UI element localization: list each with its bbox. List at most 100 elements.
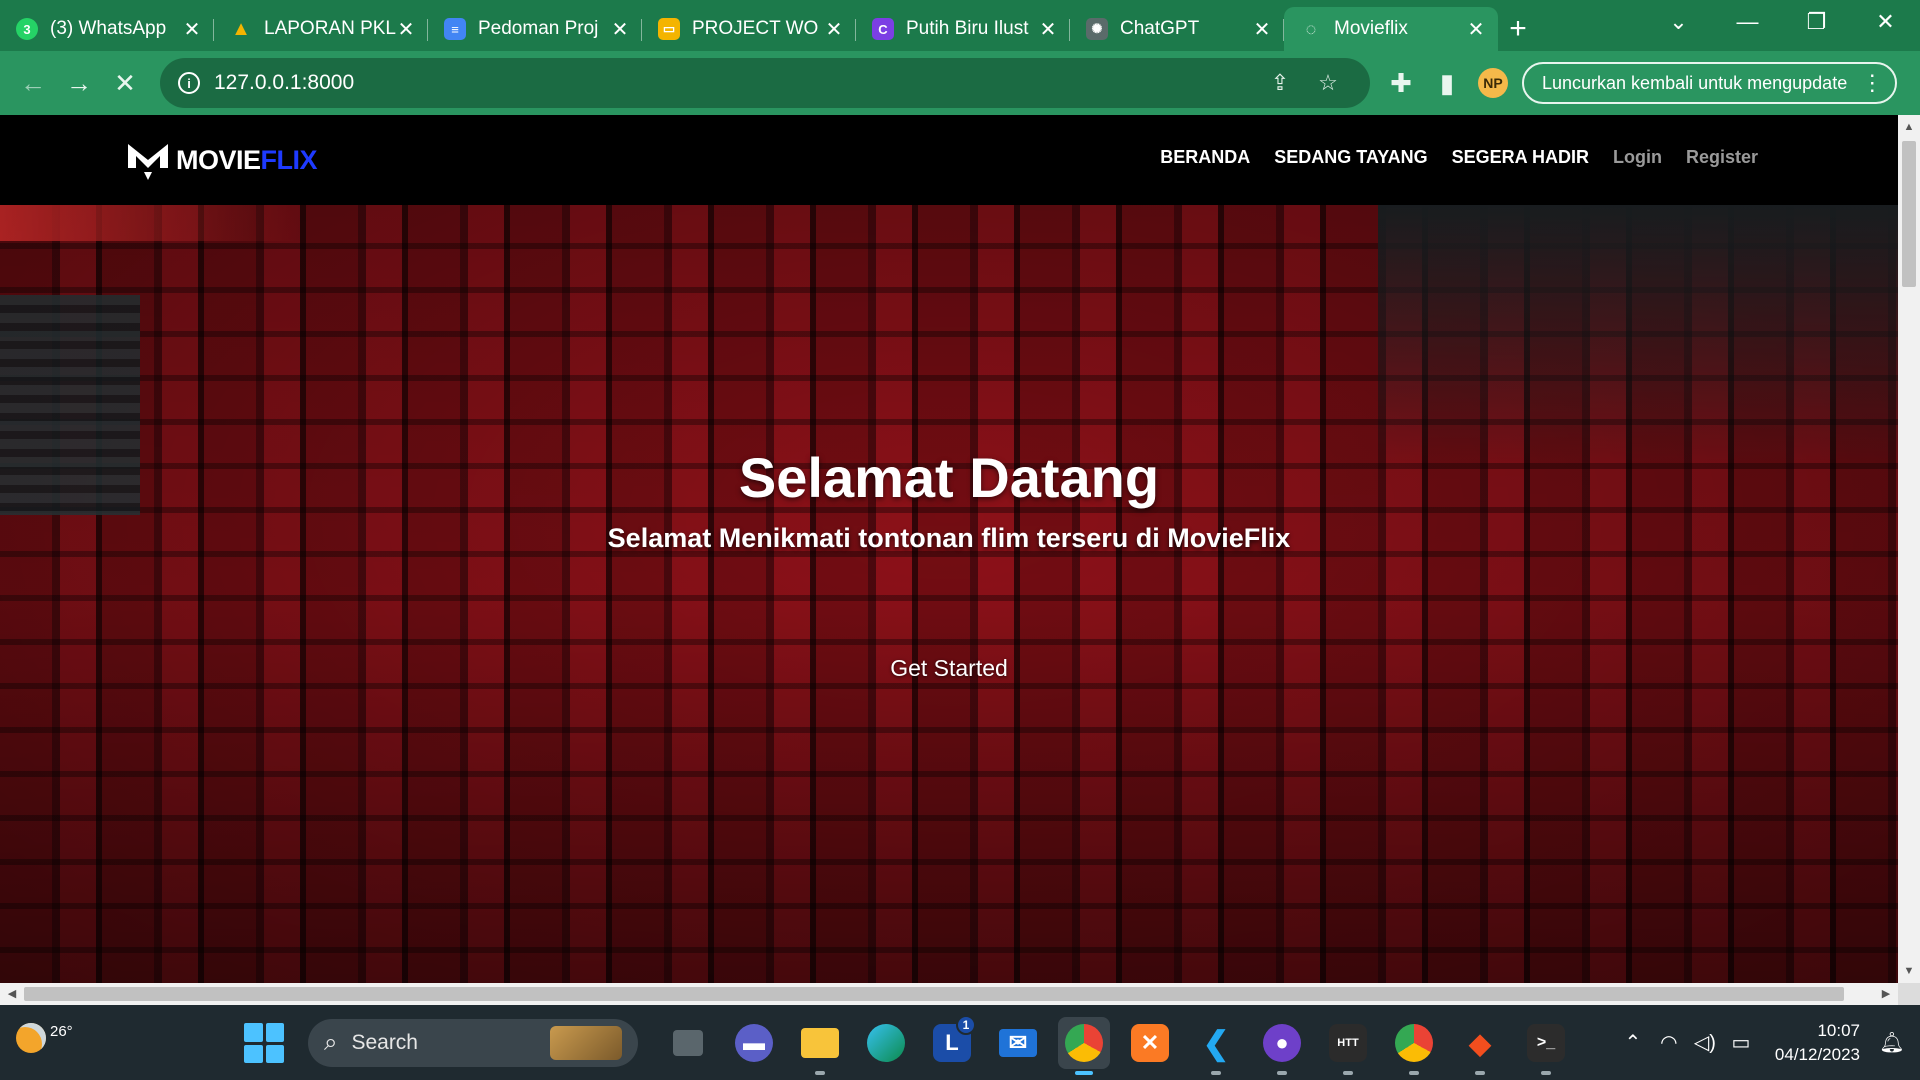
close-icon[interactable]: ✕ <box>610 17 630 42</box>
restore-icon[interactable]: ❐ <box>1782 9 1851 35</box>
teams-chat-icon[interactable]: ▬ <box>728 1017 780 1069</box>
close-icon[interactable]: ✕ <box>1466 17 1486 42</box>
stop-loading-icon[interactable]: ✕ <box>102 60 148 106</box>
google-slides-icon: ▭ <box>658 18 680 40</box>
site-navbar: MOVIEFLIX BERANDA SEDANG TAYANG SEGERA H… <box>0 115 1898 205</box>
tab-laporan-pkl[interactable]: ▲ LAPORAN PKL ✕ <box>214 7 428 51</box>
xampp-icon[interactable]: ✕ <box>1124 1017 1176 1069</box>
temperature: 26° <box>50 1022 73 1040</box>
tab-title: LAPORAN PKL <box>264 18 396 39</box>
close-icon[interactable]: ✕ <box>1252 17 1272 42</box>
windows-taskbar: 26° ⌕ Search ▬ L1 ✉ ✕ ❮ ● HTT ◆ >_ ⌃ ◠ ◁… <box>0 1005 1920 1080</box>
figma-icon[interactable]: ◆ <box>1454 1017 1506 1075</box>
vscode-icon[interactable]: ❮ <box>1190 1017 1242 1075</box>
nav-sedang-tayang[interactable]: SEDANG TAYANG <box>1274 147 1427 168</box>
notification-bell-icon[interactable]: 🔔︎ <box>1874 1030 1910 1055</box>
browser-toolbar: ← → ✕ i 127.0.0.1:8000 ⇪ ☆ ✚ ▮ NP Luncur… <box>0 51 1920 115</box>
weather-icon <box>16 1023 46 1053</box>
chrome-profile-icon[interactable] <box>1058 1017 1110 1075</box>
nav-beranda[interactable]: BERANDA <box>1160 147 1250 168</box>
scrollbar-thumb[interactable] <box>1902 141 1916 287</box>
hero-section: Selamat Datang Selamat Menikmati tontona… <box>0 205 1898 983</box>
site-info-icon[interactable]: i <box>178 72 200 94</box>
github-desktop-icon[interactable]: ● <box>1256 1017 1308 1075</box>
google-docs-icon: ≡ <box>444 18 466 40</box>
scroll-down-icon[interactable]: ▼ <box>1898 961 1920 981</box>
close-icon[interactable]: ✕ <box>824 17 844 42</box>
edge-icon[interactable] <box>860 1017 912 1069</box>
relaunch-update-button[interactable]: Luncurkan kembali untuk mengupdate ⋮ <box>1522 62 1898 104</box>
chrome-icon[interactable] <box>1388 1017 1440 1075</box>
forward-icon[interactable]: → <box>56 60 102 106</box>
hero-subtitle: Selamat Menikmati tontonan flim terseru … <box>607 523 1291 553</box>
system-tray: ⌃ ◠ ◁) ▭ 10:07 04/12/2023 🔔︎ <box>1615 1005 1920 1080</box>
extensions-icon[interactable]: ✚ <box>1378 60 1424 106</box>
url-text[interactable]: 127.0.0.1:8000 <box>214 71 1256 95</box>
tab-title: PROJECT WO <box>692 18 819 39</box>
back-icon[interactable]: ← <box>10 60 56 106</box>
website-copier-icon[interactable]: HTT <box>1322 1017 1374 1075</box>
logo-mark-icon <box>128 144 168 180</box>
relaunch-label: Luncurkan kembali untuk mengupdate <box>1542 72 1848 93</box>
tab-pedoman[interactable]: ≡ Pedoman Proj ✕ <box>428 7 642 51</box>
app-l-icon[interactable]: L1 <box>926 1015 978 1069</box>
tab-title: Putih Biru Ilust <box>906 18 1029 39</box>
tab-movieflix[interactable]: ◌ Movieflix ✕ <box>1284 7 1498 51</box>
nav-register[interactable]: Register <box>1686 147 1758 168</box>
search-icon: ⌕ <box>324 1029 338 1056</box>
canva-icon: C <box>872 18 894 40</box>
close-icon[interactable]: ✕ <box>396 17 416 42</box>
minimize-icon[interactable]: — <box>1713 9 1782 35</box>
scrollbar-corner <box>1898 983 1920 1005</box>
scroll-up-icon[interactable]: ▲ <box>1898 117 1920 137</box>
scroll-right-icon[interactable]: ▶ <box>1876 983 1896 1005</box>
chevron-up-icon[interactable]: ⌃ <box>1615 1030 1651 1055</box>
taskbar-apps: ⌕ Search ▬ L1 ✉ ✕ ❮ ● HTT ◆ >_ <box>244 1015 1572 1075</box>
terminal-icon[interactable]: >_ <box>1520 1017 1572 1075</box>
file-explorer-icon[interactable] <box>794 1017 846 1075</box>
scrollbar-thumb[interactable] <box>24 987 1844 1001</box>
volume-icon[interactable]: ◁) <box>1687 1030 1723 1055</box>
tab-title: Pedoman Proj <box>478 18 599 39</box>
side-panel-icon[interactable]: ▮ <box>1424 60 1470 106</box>
movieflix-logo[interactable]: MOVIEFLIX <box>124 138 318 182</box>
tab-whatsapp[interactable]: 3 (3) WhatsApp ✕ <box>0 7 214 51</box>
hero-title: Selamat Datang <box>738 446 1160 509</box>
get-started-button[interactable]: Get Started <box>869 645 1029 691</box>
tab-search-icon[interactable]: ⌄ <box>1644 9 1713 35</box>
google-drive-icon: ▲ <box>231 17 251 40</box>
tab-chatgpt[interactable]: ✺ ChatGPT ✕ <box>1070 7 1284 51</box>
nav-segera-hadir[interactable]: SEGERA HADIR <box>1452 147 1589 168</box>
horizontal-scrollbar[interactable]: ◀ ▶ <box>0 983 1898 1005</box>
notification-badge: 1 <box>956 1015 976 1035</box>
battery-icon[interactable]: ▭ <box>1723 1030 1759 1055</box>
profile-avatar[interactable]: NP <box>1478 68 1508 98</box>
tab-project[interactable]: ▭ PROJECT WO ✕ <box>642 7 856 51</box>
wifi-icon[interactable]: ◠ <box>1651 1030 1687 1055</box>
clock-time: 10:07 <box>1817 1020 1860 1040</box>
search-highlight-image <box>550 1026 622 1060</box>
windows-start-icon[interactable] <box>244 1023 284 1063</box>
logo-text: MOVIEFLIX <box>176 144 318 175</box>
mail-icon[interactable]: ✉ <box>992 1017 1044 1069</box>
bookmark-star-icon[interactable]: ☆ <box>1304 70 1352 96</box>
menu-kebab-icon[interactable]: ⋮ <box>1861 70 1883 96</box>
main-nav: BERANDA SEDANG TAYANG SEGERA HADIR Login… <box>1160 147 1758 168</box>
address-bar[interactable]: i 127.0.0.1:8000 ⇪ ☆ <box>160 58 1370 108</box>
close-icon[interactable]: ✕ <box>1038 17 1058 42</box>
share-icon[interactable]: ⇪ <box>1256 70 1304 96</box>
close-window-icon[interactable]: ✕ <box>1851 9 1920 35</box>
clock-date: 04/12/2023 <box>1774 1044 1860 1064</box>
task-view-icon[interactable] <box>662 1017 714 1069</box>
tab-title: Movieflix <box>1334 18 1408 39</box>
nav-login[interactable]: Login <box>1613 147 1662 168</box>
taskbar-search[interactable]: ⌕ Search <box>308 1019 638 1067</box>
clock[interactable]: 10:07 04/12/2023 <box>1775 1019 1860 1067</box>
weather-widget[interactable]: 26° <box>16 1023 73 1053</box>
close-icon[interactable]: ✕ <box>182 17 202 42</box>
vertical-scrollbar[interactable]: ▲ ▼ <box>1898 115 1920 983</box>
new-tab-button[interactable]: + <box>1498 7 1538 51</box>
tab-title: ChatGPT <box>1120 18 1200 39</box>
tab-canva[interactable]: C Putih Biru Ilust ✕ <box>856 7 1070 51</box>
scroll-left-icon[interactable]: ◀ <box>2 983 22 1005</box>
